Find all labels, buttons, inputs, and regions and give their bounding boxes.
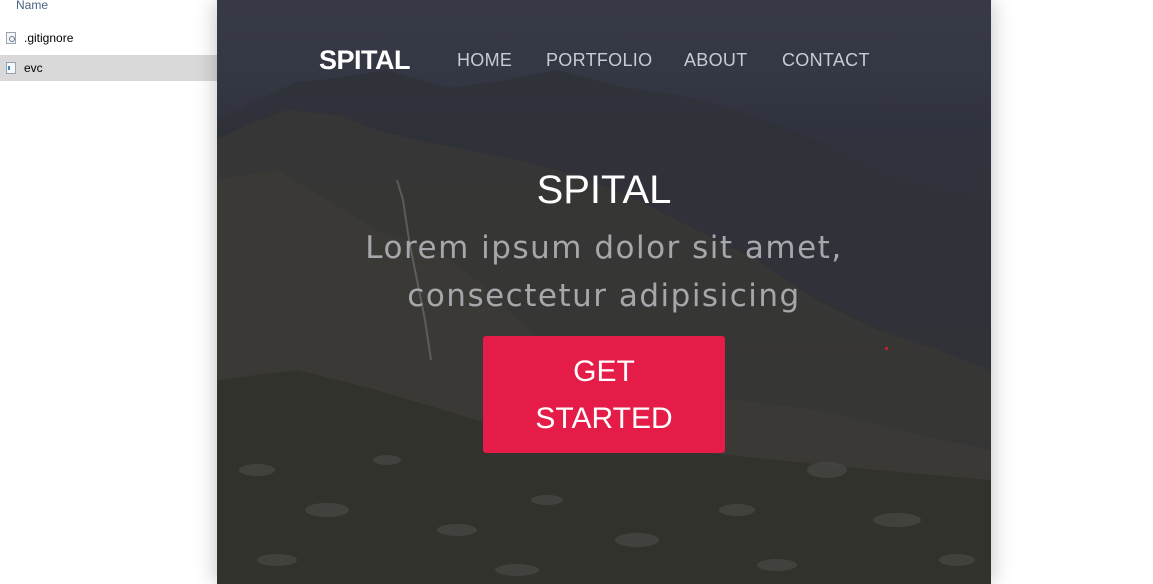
hero-subtitle: Lorem ipsum dolor sit amet, consectetur … — [365, 230, 843, 314]
file-name: .gitignore — [24, 31, 74, 45]
nav-about[interactable]: ABOUT — [684, 50, 748, 71]
nav-home[interactable]: HOME — [457, 50, 512, 71]
file-row-gitignore[interactable]: .gitignore — [0, 25, 217, 51]
hero-title: SPITAL — [536, 168, 672, 212]
file-row-evc[interactable]: evc — [0, 55, 217, 81]
nav-contact[interactable]: CONTACT — [782, 50, 870, 71]
red-dot-marker — [885, 347, 888, 350]
file-explorer-panel: Name .gitignore evc — [0, 0, 217, 584]
name-column-header[interactable]: Name — [16, 0, 48, 12]
nav-portfolio[interactable]: PORTFOLIO — [546, 50, 652, 71]
site-navbar: SPITAL HOME PORTFOLIO ABOUT CONTACT — [217, 40, 991, 80]
settings-file-icon — [6, 32, 16, 44]
code-file-icon — [6, 62, 16, 74]
file-name: evc — [24, 61, 43, 75]
brand-logo[interactable]: SPITAL — [319, 45, 411, 76]
get-started-button[interactable]: GET STARTED — [483, 336, 725, 453]
website-preview: SPITAL HOME PORTFOLIO ABOUT CONTACT SPIT… — [217, 0, 991, 584]
